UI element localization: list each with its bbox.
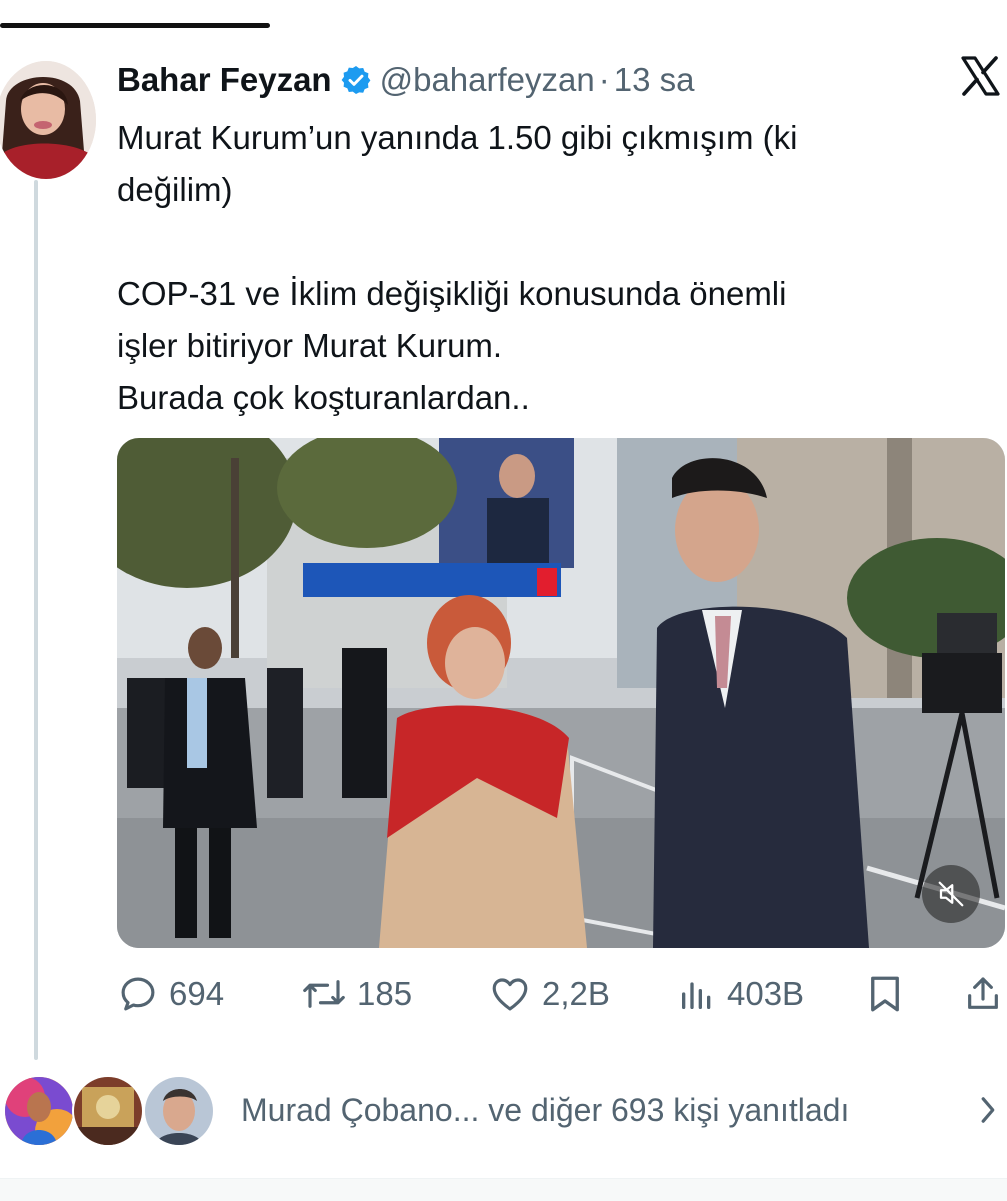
tweet-line: Murat Kurum’un yanında 1.50 gibi çıkmışı…: [117, 119, 798, 156]
like-button[interactable]: 2,2B: [488, 968, 610, 1020]
tweet-line: işler bitiriyor Murat Kurum.: [117, 327, 503, 364]
replier-avatar: [3, 1075, 75, 1147]
replies-summary[interactable]: Murad Çobano... ve diğer 693 kişi yanıtl…: [0, 1070, 1007, 1150]
action-bar: 694 185 2,2B 403B: [117, 968, 1005, 1020]
tweet-video[interactable]: [117, 438, 1005, 948]
share-icon: [963, 973, 1003, 1015]
bottom-divider: [0, 1178, 1007, 1201]
verified-badge-icon: [340, 64, 372, 96]
replies-summary-text[interactable]: Murad Çobano... ve diğer 693 kişi yanıtl…: [241, 1092, 849, 1129]
retweet-button[interactable]: 185: [301, 968, 412, 1020]
reply-button[interactable]: 694: [117, 968, 224, 1020]
tweet-line: Burada çok koşturanlardan..: [117, 379, 530, 416]
separator-dot: ·: [598, 61, 610, 98]
replier-avatar: [72, 1075, 144, 1147]
replier-avatar: [143, 1075, 215, 1147]
views-count: 403B: [727, 975, 805, 1012]
thread-line: [34, 180, 38, 1060]
tweet-text: Murat Kurum’un yanında 1.50 gibi çıkmışı…: [117, 112, 977, 424]
reply-count: 694: [169, 975, 225, 1012]
top-indicator-bar: [0, 23, 270, 28]
tweet-line: COP-31 ve İklim değişikliği konusunda ön…: [117, 275, 787, 312]
bookmark-button[interactable]: [867, 968, 903, 1020]
tweet-time[interactable]: 13 sa: [614, 61, 695, 99]
mute-icon[interactable]: [922, 865, 980, 923]
bookmark-icon: [867, 973, 903, 1015]
tweet-header: Bahar Feyzan @baharfeyzan · 13 sa: [117, 58, 694, 102]
tweet-line: değilim): [117, 171, 233, 208]
author-name[interactable]: Bahar Feyzan: [117, 61, 332, 99]
like-count: 2,2B: [542, 975, 610, 1012]
reply-icon: [117, 973, 159, 1015]
views-icon: [677, 973, 717, 1015]
views-button[interactable]: 403B: [677, 968, 804, 1020]
heart-icon: [488, 973, 532, 1015]
author-avatar[interactable]: [0, 61, 96, 179]
author-handle[interactable]: @baharfeyzan: [380, 61, 595, 99]
retweet-count: 185: [357, 975, 413, 1012]
retweet-icon: [301, 973, 347, 1015]
share-button[interactable]: [963, 968, 1003, 1020]
chevron-right-icon[interactable]: [978, 1094, 998, 1131]
x-logo[interactable]: [960, 56, 1000, 96]
